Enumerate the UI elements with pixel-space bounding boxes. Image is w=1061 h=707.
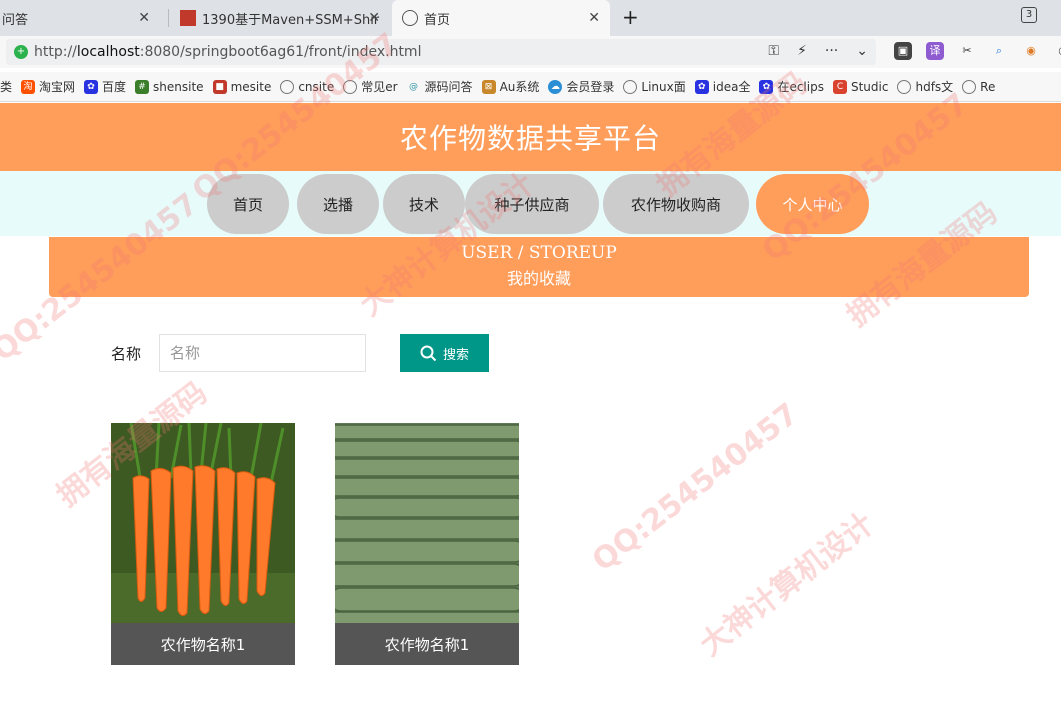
bookmark-item[interactable]: C Studic [832,79,888,94]
taobao-icon: 淘 [21,79,36,94]
site-favicon-icon: # [135,79,150,94]
swirl-icon: @ [409,81,419,92]
more-dots-icon[interactable]: ··· [825,43,838,59]
nav-item-seed-supplier[interactable]: 种子供应商 [465,174,599,234]
watermark-text: 大神计算机设计 [693,506,881,664]
card-caption: 农作物名称1 [111,623,295,665]
globe-icon [897,79,912,94]
bookmark-item[interactable]: ☁ 会员登录 [548,78,614,95]
gamepad-icon[interactable]: ◉ [1022,42,1040,60]
baidu-paw-icon: ✿ [694,79,709,94]
globe-icon[interactable]: ◎ [1054,42,1061,60]
extension-box-icon[interactable]: ▣ [894,42,912,60]
bookmark-item[interactable]: ■ mesite [212,79,271,94]
bookmark-item[interactable]: 类 [0,78,12,95]
favorite-card[interactable]: 农作物名称1 [111,423,295,665]
globe-icon [623,79,638,94]
nav-item-personal-center[interactable]: 个人中心 [756,174,869,234]
tab-title: 问答 [2,12,29,28]
search-input[interactable] [159,334,366,372]
site-favicon-icon: ■ [212,79,227,94]
nav-item-xuanbo[interactable]: 选播 [297,174,379,234]
url-field[interactable]: + http://localhost:8080/springboot6ag61/… [6,39,876,65]
tab-separator [168,9,169,27]
bookmark-item[interactable]: ✿ 百度 [84,78,126,95]
bookmark-item[interactable]: Linux面 [623,78,686,95]
bookmark-item[interactable]: # shensite [135,79,204,94]
extension-toolbar: ▣ 译 ✂ ⌕ ◉ ◎ [894,42,1061,60]
globe-icon [343,79,358,94]
bookmark-item[interactable]: @ 源码问答 [407,78,473,95]
site-title: 农作物数据共享平台 [399,122,661,155]
new-tab-plus-icon[interactable]: + [622,5,639,29]
nav-item-home[interactable]: 首页 [207,174,289,234]
bookmark-item[interactable]: Re [962,79,995,94]
browser-tab-maven[interactable]: 1390基于Maven+SSM+Shir ✕ [172,0,390,36]
search-button[interactable]: 搜索 [400,334,489,372]
section-title-cn: 我的收藏 [506,269,571,288]
secure-shield-icon: + [14,45,28,59]
scissors-icon[interactable]: ✂ [958,42,976,60]
bookmark-item[interactable]: 常见er [343,78,398,95]
search-button-label: 搜索 [442,347,469,363]
site-header: 农作物数据共享平台 [0,103,1061,171]
search-icon [420,345,437,361]
browser-tab-home[interactable]: 首页 ✕ [392,0,610,36]
globe-icon [962,79,977,94]
card-caption: 农作物名称1 [335,623,519,665]
bookmark-item[interactable]: ✿ 在eclips [759,78,824,95]
nav-item-tech[interactable]: 技术 [383,174,465,234]
section-banner: USER / STOREUP 我的收藏 [49,237,1029,297]
baidu-paw-icon: ✿ [759,79,774,94]
browser-tab-bar: 问答 ✕ 1390基于Maven+SSM+Shir ✕ 首页 ✕ + 3 [0,0,1061,36]
chevron-down-icon[interactable]: ⌄ [856,43,868,59]
globe-icon [280,79,295,94]
bookmark-item[interactable]: ✿ idea全 [694,78,750,95]
lightning-icon[interactable]: ⚡ [797,43,807,59]
carrots-image [111,423,295,623]
section-title-en: USER / STOREUP [461,243,617,263]
tab-count-badge[interactable]: 3 [1021,7,1037,23]
tab-title: 1390基于Maven+SSM+Shir [202,12,380,28]
site-favicon-icon: C [832,79,847,94]
nav-item-crop-buyer[interactable]: 农作物收购商 [603,174,749,234]
translate-icon[interactable]: 译 [926,42,944,60]
favorite-card[interactable]: 农作物名称1 [335,423,519,665]
cucumbers-image [335,423,519,623]
site-favicon-icon [180,10,196,26]
close-icon[interactable]: ✕ [588,10,600,26]
cloud-icon: ☁ [548,79,563,94]
key-icon[interactable]: ⚿ [768,43,779,59]
bookmarks-bar: 类 淘淘宝网 ✿ 百度 # shensite ■ mesite cnsite 常见er… [0,72,1061,102]
browser-tab-qa[interactable]: 问答 ✕ [0,0,160,36]
globe-icon [402,10,418,26]
url-text: http://localhost:8080/springboot6ag61/fr… [34,44,422,60]
search-label: 名称 [111,345,142,363]
baidu-paw-icon: ✿ [84,79,99,94]
bookmark-item[interactable]: 淘淘宝网 [21,78,75,95]
search-icon[interactable]: ⌕ [990,42,1008,60]
bookmark-item[interactable]: ⊠ Au系统 [481,78,539,95]
watermark-text: QQ:254540457 [585,396,806,579]
close-icon[interactable]: ✕ [368,10,380,26]
bookmark-item[interactable]: hdfs文 [897,78,953,95]
bookmark-item[interactable]: cnsite [280,79,334,94]
close-icon[interactable]: ✕ [138,10,150,26]
tab-title: 首页 [424,12,451,28]
site-favicon-icon: ⊠ [481,79,496,94]
